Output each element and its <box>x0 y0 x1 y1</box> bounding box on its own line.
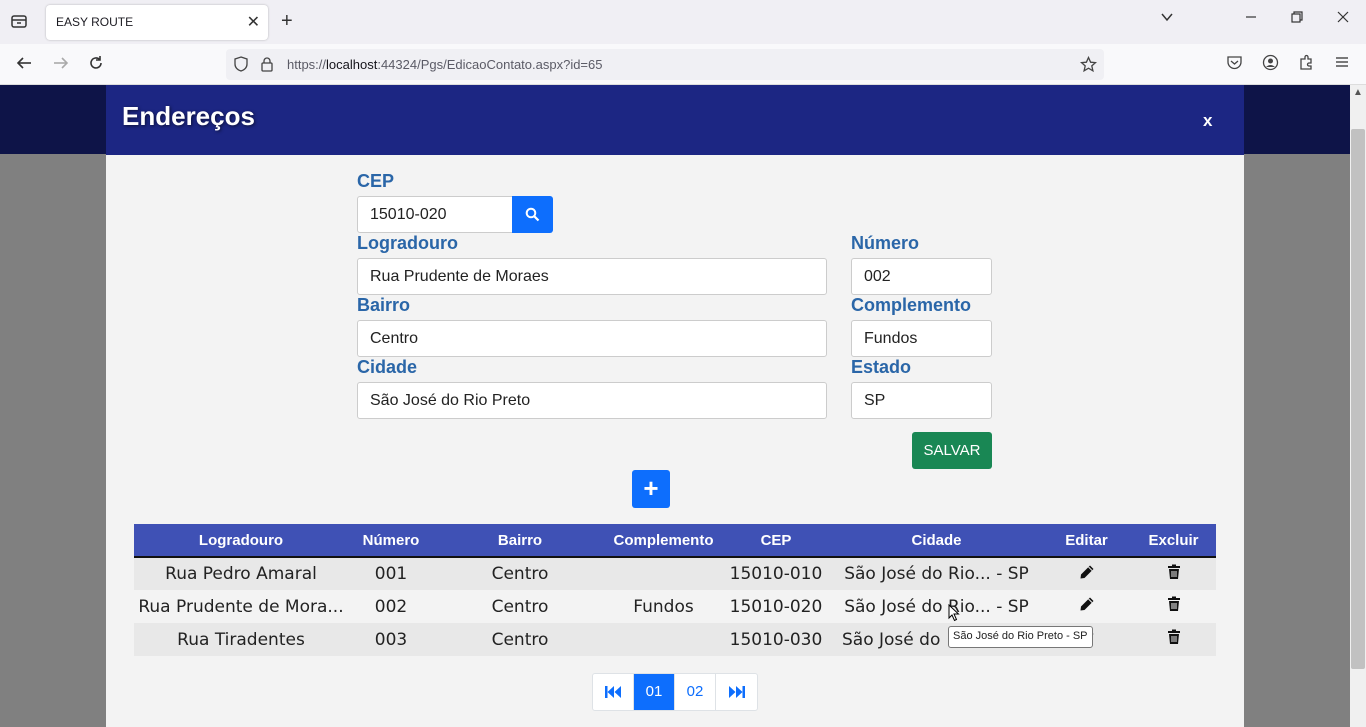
url-bar[interactable]: https://localhost:44324/Pgs/EdicaoContat… <box>226 49 1104 80</box>
cell-numero: 002 <box>348 590 434 623</box>
table-header-row: Logradouro Número Bairro Complemento CEP… <box>134 524 1216 558</box>
minimize-icon[interactable] <box>1245 10 1257 29</box>
lock-icon[interactable] <box>259 56 275 77</box>
logradouro-input[interactable]: Rua Prudente de Moraes <box>357 258 827 295</box>
search-icon <box>525 207 540 227</box>
scroll-up-arrow-icon[interactable]: ▲ <box>1353 87 1363 98</box>
cidade-label: Cidade <box>357 357 418 377</box>
logradouro-label: Logradouro <box>357 233 458 253</box>
cell-complemento <box>606 557 721 590</box>
cidade-tooltip: São José do Rio Preto - SP <box>948 626 1093 648</box>
cell-excluir <box>1131 590 1216 623</box>
cep-label: CEP <box>357 171 395 191</box>
cell-editar <box>1042 590 1131 623</box>
save-button[interactable]: SALVAR <box>912 432 992 469</box>
cell-complemento: Fundos <box>606 590 721 623</box>
bairro-label: Bairro <box>357 295 411 315</box>
url-text[interactable]: https://localhost:44324/Pgs/EdicaoContat… <box>287 57 602 72</box>
modal-close-button[interactable]: x <box>1203 111 1212 131</box>
first-page-icon <box>604 683 622 700</box>
back-arrow-icon[interactable] <box>15 54 33 77</box>
tab-list-icon[interactable] <box>10 12 30 32</box>
cell-logradouro: Rua Prudente de Mora... <box>134 590 348 623</box>
page-button-01[interactable]: 01 <box>634 674 675 710</box>
cell-numero: 003 <box>348 623 434 656</box>
bookmark-star-icon[interactable] <box>1079 55 1098 78</box>
cell-cep: 15010-030 <box>721 623 831 656</box>
pencil-icon[interactable] <box>1079 596 1095 612</box>
window-close-icon[interactable] <box>1337 10 1349 29</box>
numero-label: Número <box>851 233 920 253</box>
pencil-icon[interactable] <box>1079 564 1095 580</box>
numero-input[interactable]: 002 <box>851 258 992 295</box>
cell-complemento <box>606 623 721 656</box>
cell-cidade: São José do Rio... - SP <box>831 557 1042 590</box>
address-modal: Endereços x CEP 15010-020 Logradouro Rua… <box>106 85 1244 727</box>
trash-icon[interactable] <box>1166 629 1182 645</box>
cell-excluir <box>1131 623 1216 656</box>
menu-hamburger-icon[interactable] <box>1334 54 1350 75</box>
browser-tab[interactable]: EASY ROUTE ✕ <box>46 5 268 40</box>
cell-logradouro: Rua Pedro Amaral <box>134 557 348 590</box>
column-header-logradouro[interactable]: Logradouro <box>134 524 348 558</box>
modal-header: Endereços x <box>106 85 1244 155</box>
trash-icon[interactable] <box>1166 596 1182 612</box>
column-header-numero[interactable]: Número <box>348 524 434 558</box>
extensions-icon[interactable] <box>1298 54 1315 76</box>
reload-icon[interactable] <box>87 54 105 77</box>
estado-input[interactable]: SP <box>851 382 992 419</box>
tab-title: EASY ROUTE <box>56 15 134 29</box>
cell-cep: 15010-010 <box>721 557 831 590</box>
new-tab-icon[interactable]: + <box>281 10 293 33</box>
browser-navbar: https://localhost:44324/Pgs/EdicaoContat… <box>0 44 1366 85</box>
account-icon[interactable] <box>1262 54 1279 76</box>
cep-input[interactable]: 15010-020 <box>357 196 513 233</box>
page-button-02[interactable]: 02 <box>675 674 716 710</box>
table-row: Rua Pedro Amaral 001 Centro 15010-010 Sã… <box>134 557 1216 590</box>
column-header-cidade[interactable]: Cidade <box>831 524 1042 558</box>
page-scrollbar[interactable]: ▲ <box>1350 85 1366 727</box>
last-page-icon <box>728 683 746 700</box>
cell-bairro: Centro <box>434 557 606 590</box>
cell-bairro: Centro <box>434 623 606 656</box>
column-header-editar: Editar <box>1042 524 1131 558</box>
first-page-button[interactable] <box>593 674 634 710</box>
complemento-input[interactable]: Fundos <box>851 320 992 357</box>
scrollbar-thumb[interactable] <box>1351 129 1365 669</box>
add-address-button[interactable]: + <box>632 470 670 508</box>
cell-logradouro: Rua Tiradentes <box>134 623 348 656</box>
browser-tabbar: EASY ROUTE ✕ + <box>0 0 1366 44</box>
modal-title: Endereços <box>122 101 255 131</box>
last-page-button[interactable] <box>716 674 757 710</box>
column-header-excluir: Excluir <box>1131 524 1216 558</box>
cell-numero: 001 <box>348 557 434 590</box>
pagination: 01 02 <box>592 673 758 711</box>
url-host: localhost <box>326 57 378 72</box>
url-path: :44324/Pgs/EdicaoContato.aspx?id=65 <box>377 57 603 72</box>
estado-label: Estado <box>851 357 912 377</box>
complemento-label: Complemento <box>851 295 972 315</box>
bairro-input[interactable]: Centro <box>357 320 827 357</box>
cell-bairro: Centro <box>434 590 606 623</box>
trash-icon[interactable] <box>1166 564 1182 580</box>
column-header-complemento[interactable]: Complemento <box>606 524 721 558</box>
shield-icon[interactable] <box>233 56 249 77</box>
column-header-bairro[interactable]: Bairro <box>434 524 606 558</box>
cell-cep: 15010-020 <box>721 590 831 623</box>
cell-cidade: São José do Rio... - SP <box>831 590 1042 623</box>
tab-close-icon[interactable]: ✕ <box>247 12 260 32</box>
restore-icon[interactable] <box>1291 10 1303 29</box>
cell-excluir <box>1131 557 1216 590</box>
cidade-input[interactable]: São José do Rio Preto <box>357 382 827 419</box>
cell-editar <box>1042 557 1131 590</box>
pocket-icon[interactable] <box>1226 54 1243 76</box>
forward-arrow-icon[interactable] <box>52 54 70 77</box>
page-viewport: Endereços x CEP 15010-020 Logradouro Rua… <box>0 85 1350 727</box>
cep-search-button[interactable] <box>512 196 553 233</box>
column-header-cep[interactable]: CEP <box>721 524 831 558</box>
mouse-cursor-icon <box>948 603 960 627</box>
tab-overflow-chevron-icon[interactable] <box>1160 10 1174 29</box>
url-prefix: https:// <box>287 57 327 72</box>
table-row: Rua Prudente de Mora... 002 Centro Fundo… <box>134 590 1216 623</box>
